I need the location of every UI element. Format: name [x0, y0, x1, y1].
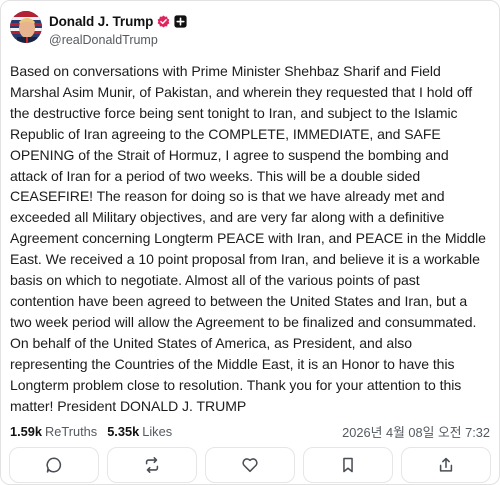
post-body-line: Agreement concerning Longterm PEACE with… [10, 230, 486, 247]
reply-icon [46, 457, 62, 473]
like-button[interactable] [205, 447, 295, 483]
bookmark-button[interactable] [303, 447, 393, 483]
post-body-line: attack of Iran for a period of two weeks… [10, 167, 421, 184]
share-icon [439, 457, 453, 472]
retruth-button[interactable] [107, 447, 197, 483]
action-bar [9, 447, 491, 483]
post-timestamp[interactable]: 2026년 4월 08일 오전 7:32 [342, 422, 490, 441]
post-body-line: On behalf of the United States of Americ… [10, 334, 413, 351]
author-name-row: Donald J. Trump [49, 13, 187, 29]
plus-badge-icon [174, 14, 187, 28]
likes-count[interactable]: 5.35k [107, 424, 139, 439]
avatar[interactable] [10, 11, 42, 43]
post-body: Based on conversations with Prime Minist… [10, 61, 496, 416]
post-body-line: CEASEFIRE! The reason for doing so is th… [10, 188, 445, 205]
post-body-line: OPENING of the Strait of Hormuz, I agree… [10, 146, 449, 163]
like-icon [242, 458, 258, 473]
post-body-line: East. We received a 10 point proposal fr… [10, 251, 480, 268]
verified-badge-icon [157, 14, 170, 28]
author-handle[interactable]: @realDonaldTrump [49, 33, 158, 47]
post-body-line: exceeded all Military objectives, and ar… [10, 209, 445, 226]
post-stats: 1.59k ReTruths 5.35k Likes 2026년 4월 08일 … [10, 422, 490, 440]
post-body-line: basis on which to negotiate. Almost all … [10, 272, 420, 289]
post-body-line: matter! President DONALD J. TRUMP [10, 397, 247, 414]
retruths-count[interactable]: 1.59k [10, 424, 42, 439]
likes-label[interactable]: Likes [142, 424, 172, 439]
post-card: Donald J. Trump @realDonaldTrump Based o… [0, 0, 500, 485]
share-button[interactable] [401, 447, 491, 483]
post-body-line: two week period will allow the Agreement… [10, 313, 477, 330]
post-body-line: Republic of Iran agreeing to the COMPLET… [10, 125, 441, 142]
post-body-line: Longterm problem close to resolution. Th… [10, 376, 462, 393]
post-body-line: representing the Countries of the Middle… [10, 355, 455, 372]
retruth-icon [145, 457, 159, 473]
retruths-label[interactable]: ReTruths [45, 424, 97, 439]
post-body-line: Based on conversations with Prime Minist… [10, 63, 441, 79]
author-display-name[interactable]: Donald J. Trump [49, 14, 153, 29]
post-body-line: Marshal Asim Munir, of Pakistan, and whe… [10, 83, 473, 100]
reply-button[interactable] [9, 447, 99, 483]
bookmark-icon [343, 457, 353, 473]
post-body-line: the destructive force being sent tonight… [10, 104, 458, 121]
avatar-image [10, 11, 42, 43]
post-body-line: contention have been agreed to between t… [10, 292, 468, 309]
